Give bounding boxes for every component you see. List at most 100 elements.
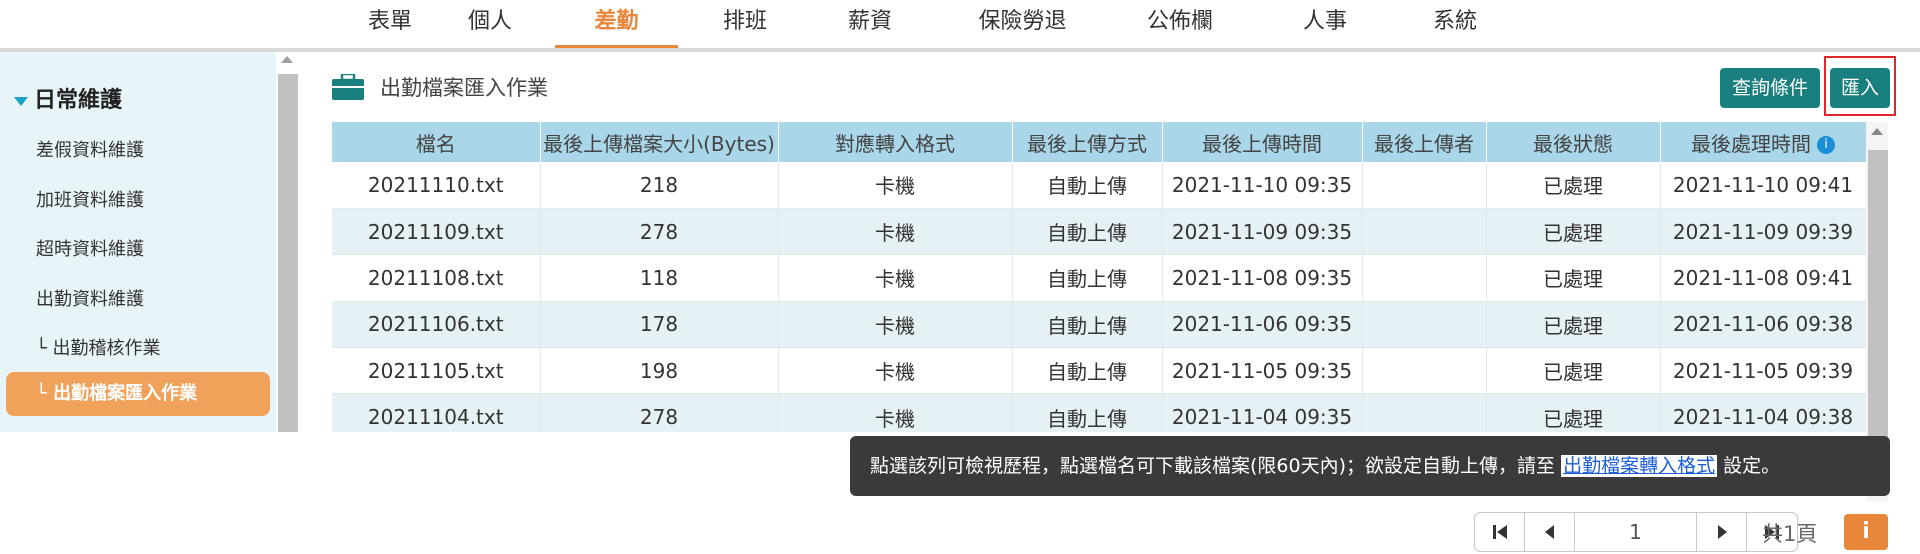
table-cell: 278 xyxy=(540,208,779,256)
table-cell: 自動上傳 xyxy=(1012,347,1163,395)
table-cell: 已處理 xyxy=(1486,301,1661,349)
prev-page-button[interactable] xyxy=(1525,513,1575,551)
column-header[interactable]: 最後上傳者 xyxy=(1362,122,1487,162)
tab-attendance[interactable]: 差勤 xyxy=(555,0,678,48)
table-cell xyxy=(1362,254,1487,302)
column-header[interactable]: 最後上傳檔案大小(Bytes) xyxy=(540,122,779,162)
column-header[interactable]: 最後上傳時間 xyxy=(1162,122,1363,162)
filename-cell[interactable]: 20211104.txt xyxy=(332,393,541,432)
tab-bulletin[interactable]: 公佈欄 xyxy=(1125,0,1235,48)
table-cell: 198 xyxy=(540,347,779,395)
pagination: 1 xyxy=(1474,512,1798,552)
table-cell: 已處理 xyxy=(1486,393,1661,432)
first-page-button[interactable] xyxy=(1475,513,1525,551)
table-cell xyxy=(1362,208,1487,256)
table-cell: 自動上傳 xyxy=(1012,301,1163,349)
sidebar: 日常維護 差假資料維護 加班資料維護 超時資料維護 出勤資料維護 └ 出勤稽核作… xyxy=(0,52,298,432)
table-cell: 已處理 xyxy=(1486,162,1661,209)
table-row[interactable]: 20211110.txt 218 卡機 自動上傳 2021-11-10 09:35 已處理… xyxy=(332,162,1866,209)
table-cell: 178 xyxy=(540,301,779,349)
info-icon[interactable]: i xyxy=(1817,136,1835,154)
sidebar-section-title[interactable]: 日常維護 xyxy=(14,82,122,114)
table-header-row: 檔名 最後上傳檔案大小(Bytes) 對應轉入格式 最後上傳方式 最後上傳時間 … xyxy=(332,122,1866,162)
table-cell: 2021-11-05 09:39 xyxy=(1660,347,1866,395)
table-cell: 已處理 xyxy=(1486,208,1661,256)
table-cell: 卡機 xyxy=(778,347,1013,395)
column-header-label: 最後處理時間 xyxy=(1691,131,1811,156)
tab-salary[interactable]: 薪資 xyxy=(815,0,925,48)
table-cell: 2021-11-10 09:41 xyxy=(1660,162,1866,209)
sidebar-item-attendance-import[interactable]: └ 出勤檔案匯入作業 xyxy=(6,372,270,416)
sidebar-item-attendance-audit[interactable]: └ 出勤稽核作業 xyxy=(36,334,161,360)
filename-cell[interactable]: 20211110.txt xyxy=(332,162,541,209)
tab-insurance[interactable]: 保險勞退 xyxy=(955,0,1090,48)
column-header[interactable]: 最後上傳方式 xyxy=(1012,122,1163,162)
help-tooltip: 點選該列可檢視歷程，點選檔名可下載該檔案(限60天內)；欲設定自動上傳，請至 出… xyxy=(850,436,1890,496)
caret-down-icon xyxy=(14,96,28,106)
table-scroll-up-icon[interactable] xyxy=(1871,128,1883,135)
tab-system[interactable]: 系統 xyxy=(1400,0,1510,48)
table-cell: 2021-11-05 09:35 xyxy=(1162,347,1363,395)
table-cell: 2021-11-06 09:35 xyxy=(1162,301,1363,349)
table-row[interactable]: 20211109.txt 278 卡機 自動上傳 2021-11-09 09:35 已處理… xyxy=(332,208,1866,256)
table-row[interactable]: 20211104.txt 278 卡機 自動上傳 2021-11-04 09:35 已處理… xyxy=(332,393,1866,432)
table-row[interactable]: 20211106.txt 178 卡機 自動上傳 2021-11-06 09:35 已處理… xyxy=(332,301,1866,349)
table-cell: 2021-11-09 09:35 xyxy=(1162,208,1363,256)
table-row[interactable]: 20211105.txt 198 卡機 自動上傳 2021-11-05 09:35 已處理… xyxy=(332,347,1866,395)
column-header-last-processed[interactable]: 最後處理時間 i xyxy=(1660,122,1866,162)
table-cell: 卡機 xyxy=(778,162,1013,209)
filename-cell[interactable]: 20211109.txt xyxy=(332,208,541,256)
sidebar-scrollbar-thumb[interactable] xyxy=(278,74,298,432)
table-cell xyxy=(1362,347,1487,395)
column-header[interactable]: 檔名 xyxy=(332,122,541,162)
column-header[interactable]: 對應轉入格式 xyxy=(778,122,1013,162)
sidebar-section-label: 日常維護 xyxy=(34,88,123,113)
tab-shift[interactable]: 排班 xyxy=(690,0,800,48)
table-scrollbar-thumb[interactable] xyxy=(1868,150,1888,480)
sidebar-item-leave[interactable]: 差假資料維護 xyxy=(36,136,144,162)
column-header[interactable]: 最後狀態 xyxy=(1486,122,1661,162)
import-format-link[interactable]: 出勤檔案轉入格式 xyxy=(1561,455,1718,477)
tab-hr[interactable]: 人事 xyxy=(1270,0,1380,48)
table-row[interactable]: 20211108.txt 118 卡機 自動上傳 2021-11-08 09:35 已處理… xyxy=(332,254,1866,302)
tab-personal[interactable]: 個人 xyxy=(440,0,540,48)
page-number-input[interactable]: 1 xyxy=(1575,513,1697,551)
filename-cell[interactable]: 20211105.txt xyxy=(332,347,541,395)
info-button[interactable]: i xyxy=(1844,514,1888,550)
filename-cell[interactable]: 20211106.txt xyxy=(332,301,541,349)
sidebar-item-excess-hours[interactable]: 超時資料維護 xyxy=(36,235,144,261)
first-page-icon xyxy=(1492,525,1507,539)
table-cell: 2021-11-09 09:39 xyxy=(1660,208,1866,256)
table-cell: 已處理 xyxy=(1486,254,1661,302)
next-page-button[interactable] xyxy=(1697,513,1747,551)
table-cell: 2021-11-04 09:38 xyxy=(1660,393,1866,432)
table-cell: 卡機 xyxy=(778,254,1013,302)
table-cell: 278 xyxy=(540,393,779,432)
sidebar-item-overtime[interactable]: 加班資料維護 xyxy=(36,186,144,212)
table-cell: 已處理 xyxy=(1486,347,1661,395)
import-records-table: 檔名 最後上傳檔案大小(Bytes) 對應轉入格式 最後上傳方式 最後上傳時間 … xyxy=(332,122,1866,432)
table-cell: 卡機 xyxy=(778,393,1013,432)
prev-page-icon xyxy=(1544,525,1554,539)
table-cell: 118 xyxy=(540,254,779,302)
sidebar-item-attendance[interactable]: 出勤資料維護 xyxy=(36,285,144,311)
query-conditions-button[interactable]: 查詢條件 xyxy=(1720,68,1820,108)
tooltip-text: 點選該列可檢視歷程，點選檔名可下載該檔案(限60天內)；欲設定自動上傳，請至 xyxy=(870,455,1556,477)
tab-forms[interactable]: 表單 xyxy=(330,0,450,48)
page-title: 出勤檔案匯入作業 xyxy=(380,76,548,100)
table-cell: 自動上傳 xyxy=(1012,208,1163,256)
table-cell: 2021-11-08 09:41 xyxy=(1660,254,1866,302)
table-cell: 2021-11-06 09:38 xyxy=(1660,301,1866,349)
briefcase-icon xyxy=(332,74,364,100)
table-cell: 自動上傳 xyxy=(1012,162,1163,209)
import-button-highlight xyxy=(1824,56,1896,116)
table-cell: 自動上傳 xyxy=(1012,393,1163,432)
filename-cell[interactable]: 20211108.txt xyxy=(332,254,541,302)
table-cell: 自動上傳 xyxy=(1012,254,1163,302)
tooltip-text-end: 設定。 xyxy=(1723,455,1781,477)
table-cell: 2021-11-10 09:35 xyxy=(1162,162,1363,209)
sidebar-scroll-up-icon[interactable] xyxy=(281,56,293,63)
table-cell: 卡機 xyxy=(778,208,1013,256)
total-pages-label: 共1頁 xyxy=(1762,522,1818,546)
next-page-icon xyxy=(1717,525,1727,539)
